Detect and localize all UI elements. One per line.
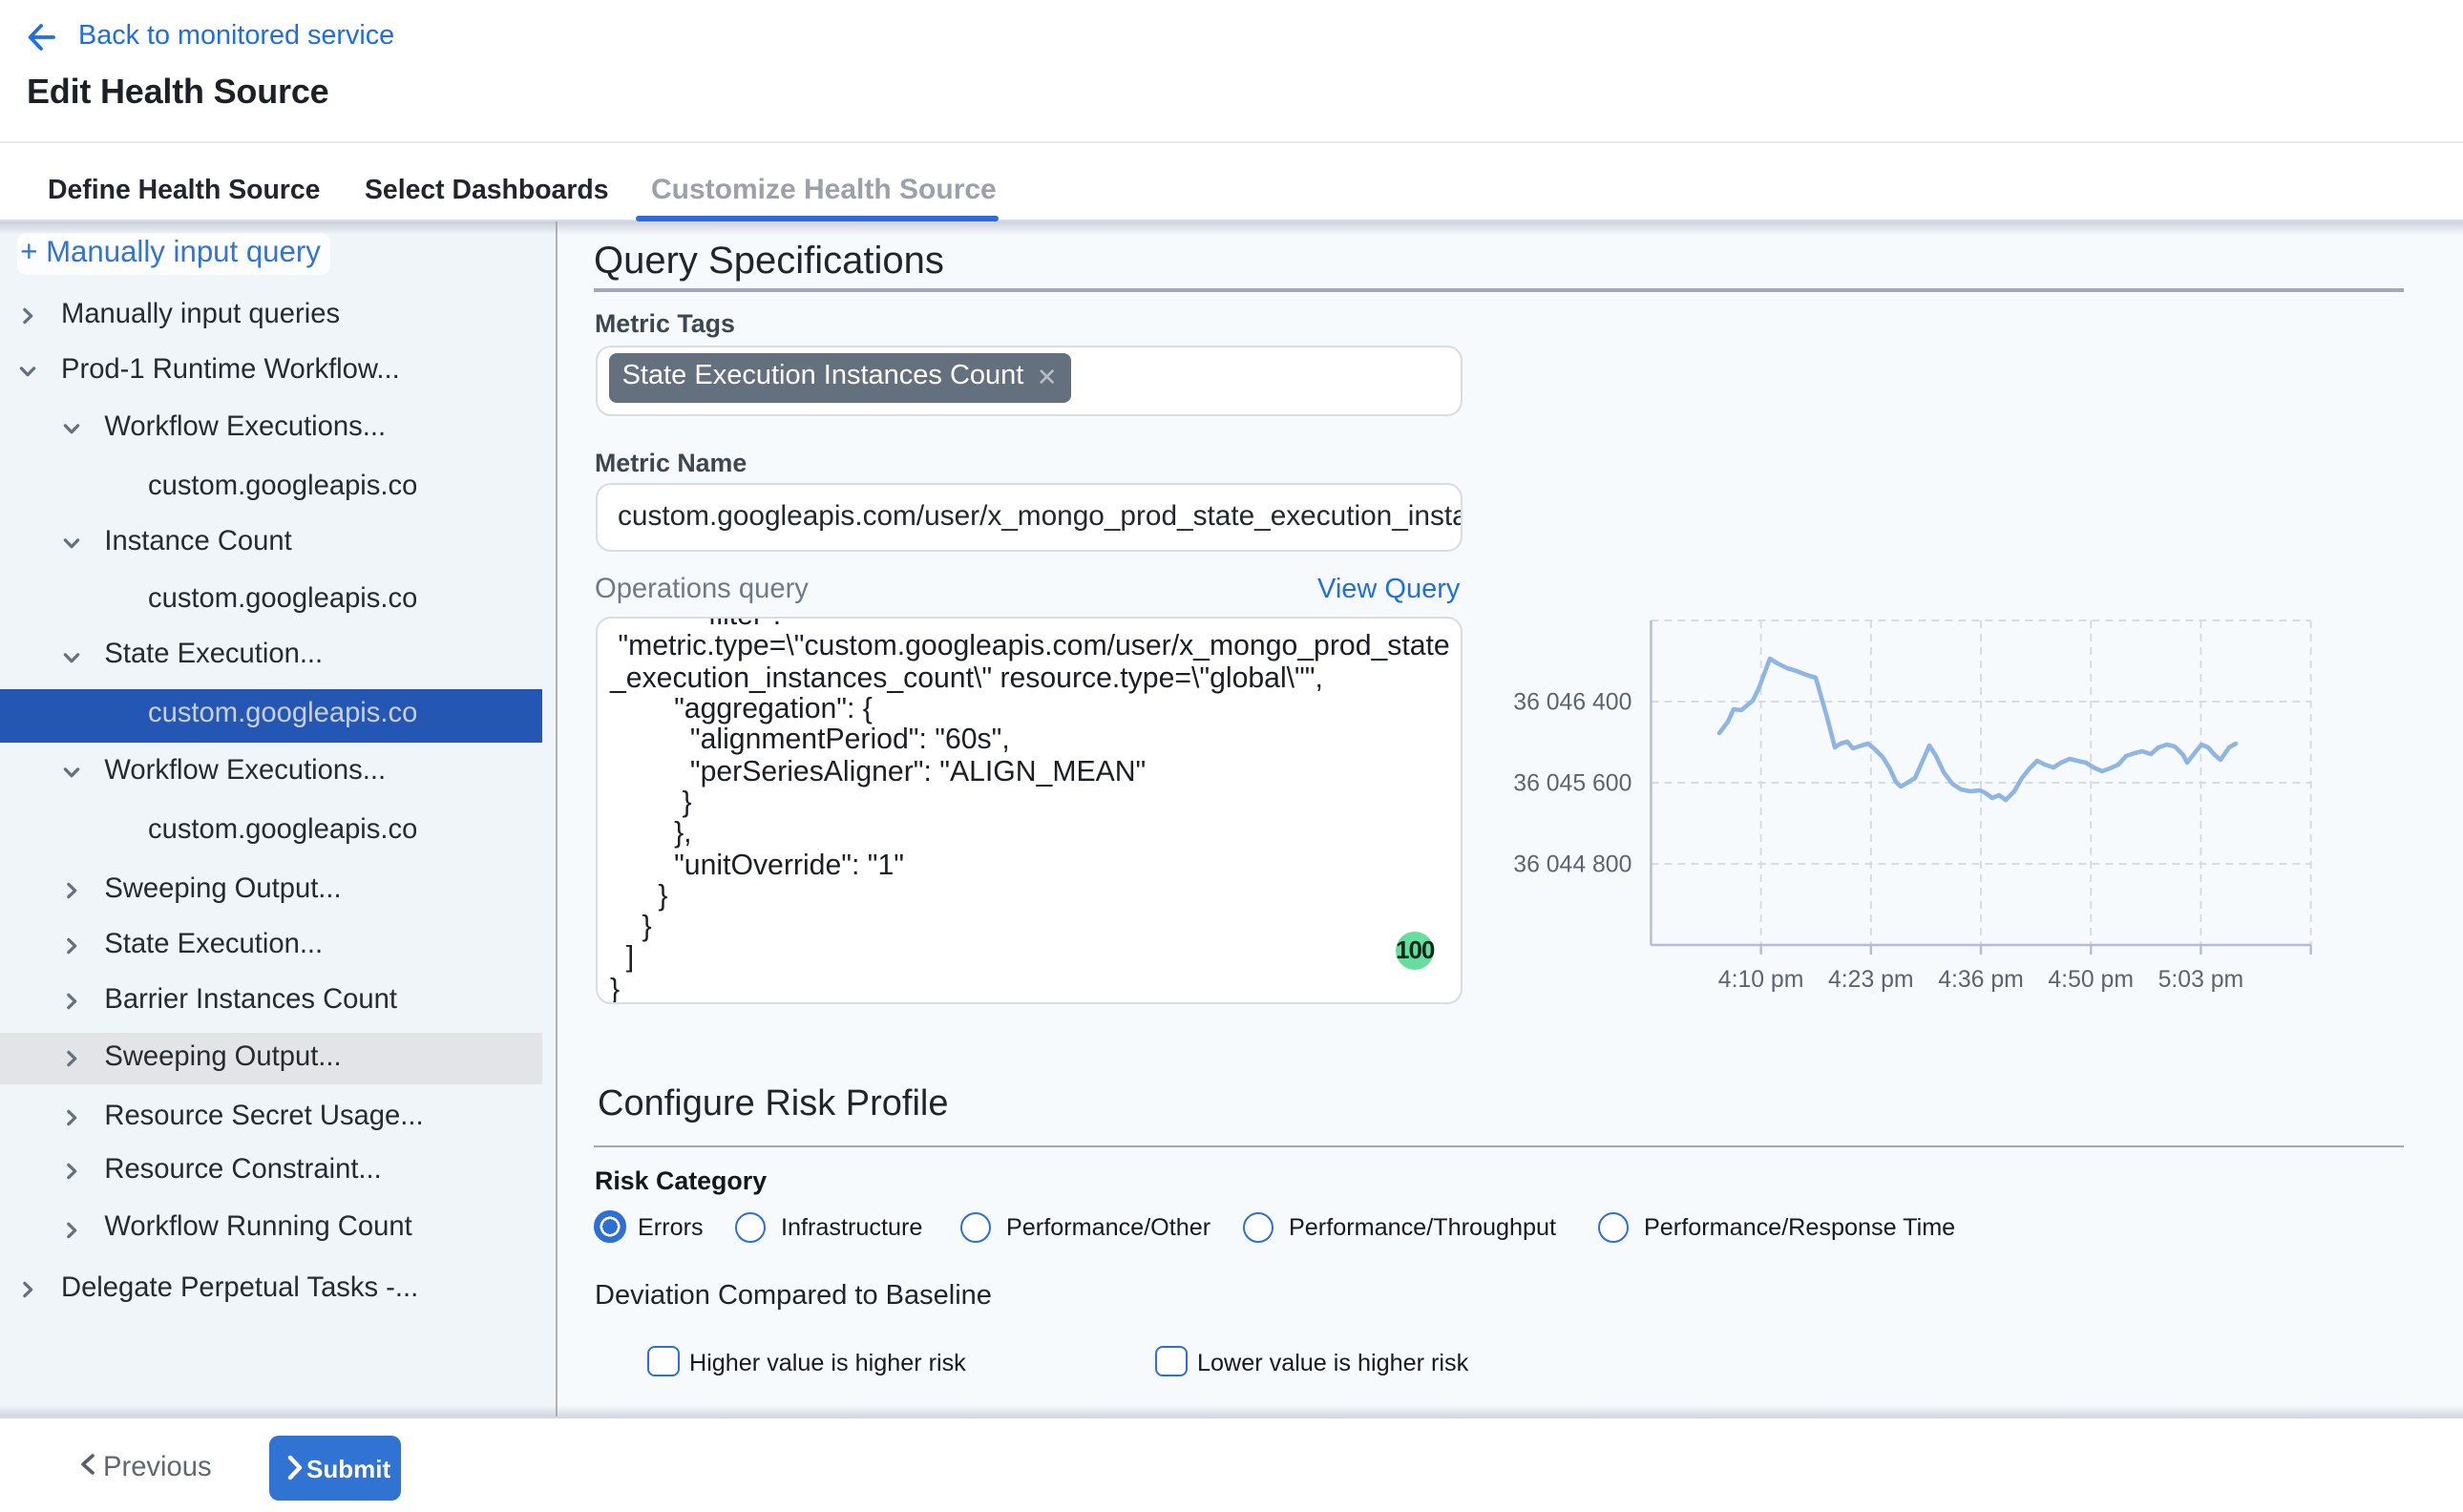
svg-text:5:03 pm: 5:03 pm [2158, 967, 2244, 993]
svg-text:36 044 800: 36 044 800 [1513, 852, 1631, 878]
svg-text:4:50 pm: 4:50 pm [2048, 967, 2134, 993]
svg-text:36 045 600: 36 045 600 [1513, 771, 1631, 797]
svg-text:4:10 pm: 4:10 pm [1718, 967, 1804, 993]
svg-text:4:23 pm: 4:23 pm [1828, 967, 1914, 993]
svg-text:4:36 pm: 4:36 pm [1938, 967, 2024, 993]
svg-text:36 046 400: 36 046 400 [1513, 690, 1631, 716]
